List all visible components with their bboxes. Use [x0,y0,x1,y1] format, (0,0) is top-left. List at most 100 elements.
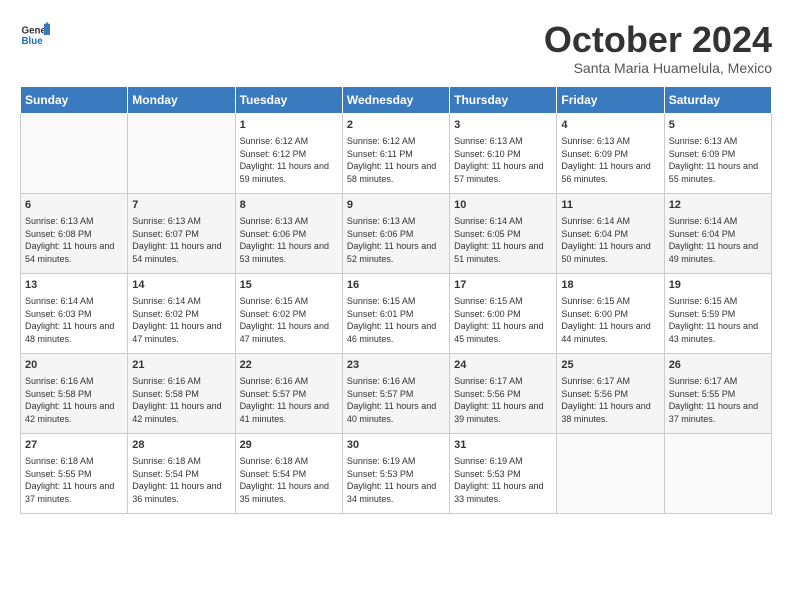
day-number: 22 [240,358,338,373]
calendar-cell: 10 Sunrise: 6:14 AMSunset: 6:05 PMDayligh… [450,193,557,273]
col-tuesday: Tuesday [235,86,342,113]
calendar-cell: 7 Sunrise: 6:13 AMSunset: 6:07 PMDaylight… [128,193,235,273]
day-number: 30 [347,438,445,453]
day-info: Sunrise: 6:17 AMSunset: 5:55 PMDaylight:… [669,375,767,425]
calendar-cell: 2 Sunrise: 6:12 AMSunset: 6:11 PMDaylight… [342,113,449,193]
calendar-cell: 11 Sunrise: 6:14 AMSunset: 6:04 PMDayligh… [557,193,664,273]
day-info: Sunrise: 6:12 AMSunset: 6:11 PMDaylight:… [347,135,445,185]
calendar-week-5: 27Sunrise: 6:18 AMSunset: 5:55 PMDayligh… [21,433,772,513]
calendar-cell: 5 Sunrise: 6:13 AMSunset: 6:09 PMDaylight… [664,113,771,193]
day-info: Sunrise: 6:14 AMSunset: 6:05 PMDaylight:… [454,215,552,265]
col-monday: Monday [128,86,235,113]
calendar-cell [128,113,235,193]
day-info: Sunrise: 6:15 AMSunset: 6:01 PMDaylight:… [347,295,445,345]
day-number: 27 [25,438,123,453]
day-info: Sunrise: 6:16 AMSunset: 5:57 PMDaylight:… [240,375,338,425]
day-info: Sunrise: 6:13 AMSunset: 6:08 PMDaylight:… [25,215,123,265]
calendar-cell: 3 Sunrise: 6:13 AMSunset: 6:10 PMDaylight… [450,113,557,193]
day-info: Sunrise: 6:18 AMSunset: 5:54 PMDaylight:… [240,455,338,505]
day-number: 3 [454,118,552,133]
calendar-week-2: 6Sunrise: 6:13 AMSunset: 6:08 PMDaylight… [21,193,772,273]
day-number: 23 [347,358,445,373]
day-info: Sunrise: 6:13 AMSunset: 6:07 PMDaylight:… [132,215,230,265]
day-info: Sunrise: 6:14 AMSunset: 6:04 PMDaylight:… [669,215,767,265]
calendar-cell: 19 Sunrise: 6:15 AMSunset: 5:59 PMDayligh… [664,273,771,353]
day-number: 4 [561,118,659,133]
day-number: 29 [240,438,338,453]
day-number: 31 [454,438,552,453]
calendar-cell [21,113,128,193]
day-number: 2 [347,118,445,133]
calendar-cell: 21Sunrise: 6:16 AMSunset: 5:58 PMDayligh… [128,353,235,433]
calendar-cell: 17Sunrise: 6:15 AMSunset: 6:00 PMDayligh… [450,273,557,353]
day-info: Sunrise: 6:15 AMSunset: 6:02 PMDaylight:… [240,295,338,345]
day-number: 24 [454,358,552,373]
calendar-cell: 9 Sunrise: 6:13 AMSunset: 6:06 PMDaylight… [342,193,449,273]
day-info: Sunrise: 6:13 AMSunset: 6:09 PMDaylight:… [669,135,767,185]
day-info: Sunrise: 6:13 AMSunset: 6:10 PMDaylight:… [454,135,552,185]
calendar-cell: 16 Sunrise: 6:15 AMSunset: 6:01 PMDayligh… [342,273,449,353]
calendar-cell: 4 Sunrise: 6:13 AMSunset: 6:09 PMDaylight… [557,113,664,193]
day-number: 1 [240,118,338,133]
logo: General Blue [20,20,50,50]
calendar-week-1: 1 Sunrise: 6:12 AMSunset: 6:12 PMDaylight… [21,113,772,193]
day-info: Sunrise: 6:19 AMSunset: 5:53 PMDaylight:… [347,455,445,505]
title-block: October 2024 Santa Maria Huamelula, Mexi… [544,20,772,76]
calendar-cell: 14 Sunrise: 6:14 AMSunset: 6:02 PMDayligh… [128,273,235,353]
calendar-cell: 26Sunrise: 6:17 AMSunset: 5:55 PMDayligh… [664,353,771,433]
day-number: 28 [132,438,230,453]
calendar-cell: 18 Sunrise: 6:15 AMSunset: 6:00 PMDayligh… [557,273,664,353]
day-number: 25 [561,358,659,373]
day-number: 13 [25,278,123,293]
calendar-week-3: 13 Sunrise: 6:14 AMSunset: 6:03 PMDayligh… [21,273,772,353]
location-subtitle: Santa Maria Huamelula, Mexico [544,60,772,76]
col-sunday: Sunday [21,86,128,113]
day-number: 9 [347,198,445,213]
calendar-cell: 1 Sunrise: 6:12 AMSunset: 6:12 PMDaylight… [235,113,342,193]
day-number: 5 [669,118,767,133]
day-number: 15 [240,278,338,293]
col-friday: Friday [557,86,664,113]
calendar-cell: 28 Sunrise: 6:18 AMSunset: 5:54 PMDayligh… [128,433,235,513]
day-info: Sunrise: 6:14 AMSunset: 6:02 PMDaylight:… [132,295,230,345]
day-info: Sunrise: 6:12 AMSunset: 6:12 PMDaylight:… [240,135,338,185]
day-number: 19 [669,278,767,293]
day-info: Sunrise: 6:16 AMSunset: 5:58 PMDaylight:… [132,375,230,425]
header-row: Sunday Monday Tuesday Wednesday Thursday… [21,86,772,113]
logo-icon: General Blue [20,20,50,50]
svg-text:Blue: Blue [22,36,44,47]
calendar-cell: 6Sunrise: 6:13 AMSunset: 6:08 PMDaylight… [21,193,128,273]
day-info: Sunrise: 6:18 AMSunset: 5:54 PMDaylight:… [132,455,230,505]
calendar-body: 1 Sunrise: 6:12 AMSunset: 6:12 PMDaylight… [21,113,772,513]
day-number: 14 [132,278,230,293]
day-info: Sunrise: 6:15 AMSunset: 6:00 PMDaylight:… [561,295,659,345]
day-info: Sunrise: 6:15 AMSunset: 6:00 PMDaylight:… [454,295,552,345]
day-info: Sunrise: 6:13 AMSunset: 6:09 PMDaylight:… [561,135,659,185]
day-info: Sunrise: 6:13 AMSunset: 6:06 PMDaylight:… [347,215,445,265]
day-info: Sunrise: 6:13 AMSunset: 6:06 PMDaylight:… [240,215,338,265]
day-info: Sunrise: 6:19 AMSunset: 5:53 PMDaylight:… [454,455,552,505]
day-number: 8 [240,198,338,213]
calendar-cell: 8 Sunrise: 6:13 AMSunset: 6:06 PMDaylight… [235,193,342,273]
day-info: Sunrise: 6:15 AMSunset: 5:59 PMDaylight:… [669,295,767,345]
day-number: 16 [347,278,445,293]
day-info: Sunrise: 6:14 AMSunset: 6:03 PMDaylight:… [25,295,123,345]
calendar-cell: 22 Sunrise: 6:16 AMSunset: 5:57 PMDayligh… [235,353,342,433]
calendar-cell: 13 Sunrise: 6:14 AMSunset: 6:03 PMDayligh… [21,273,128,353]
day-number: 10 [454,198,552,213]
calendar-week-4: 20Sunrise: 6:16 AMSunset: 5:58 PMDayligh… [21,353,772,433]
day-info: Sunrise: 6:16 AMSunset: 5:57 PMDaylight:… [347,375,445,425]
col-wednesday: Wednesday [342,86,449,113]
page-header: General Blue October 2024 Santa Maria Hu… [20,20,772,76]
calendar-cell [664,433,771,513]
day-info: Sunrise: 6:14 AMSunset: 6:04 PMDaylight:… [561,215,659,265]
day-info: Sunrise: 6:17 AMSunset: 5:56 PMDaylight:… [454,375,552,425]
calendar-header: Sunday Monday Tuesday Wednesday Thursday… [21,86,772,113]
day-number: 11 [561,198,659,213]
day-number: 7 [132,198,230,213]
calendar-cell: 20Sunrise: 6:16 AMSunset: 5:58 PMDayligh… [21,353,128,433]
calendar-cell: 27Sunrise: 6:18 AMSunset: 5:55 PMDayligh… [21,433,128,513]
col-thursday: Thursday [450,86,557,113]
day-number: 18 [561,278,659,293]
calendar-cell: 30 Sunrise: 6:19 AMSunset: 5:53 PMDayligh… [342,433,449,513]
